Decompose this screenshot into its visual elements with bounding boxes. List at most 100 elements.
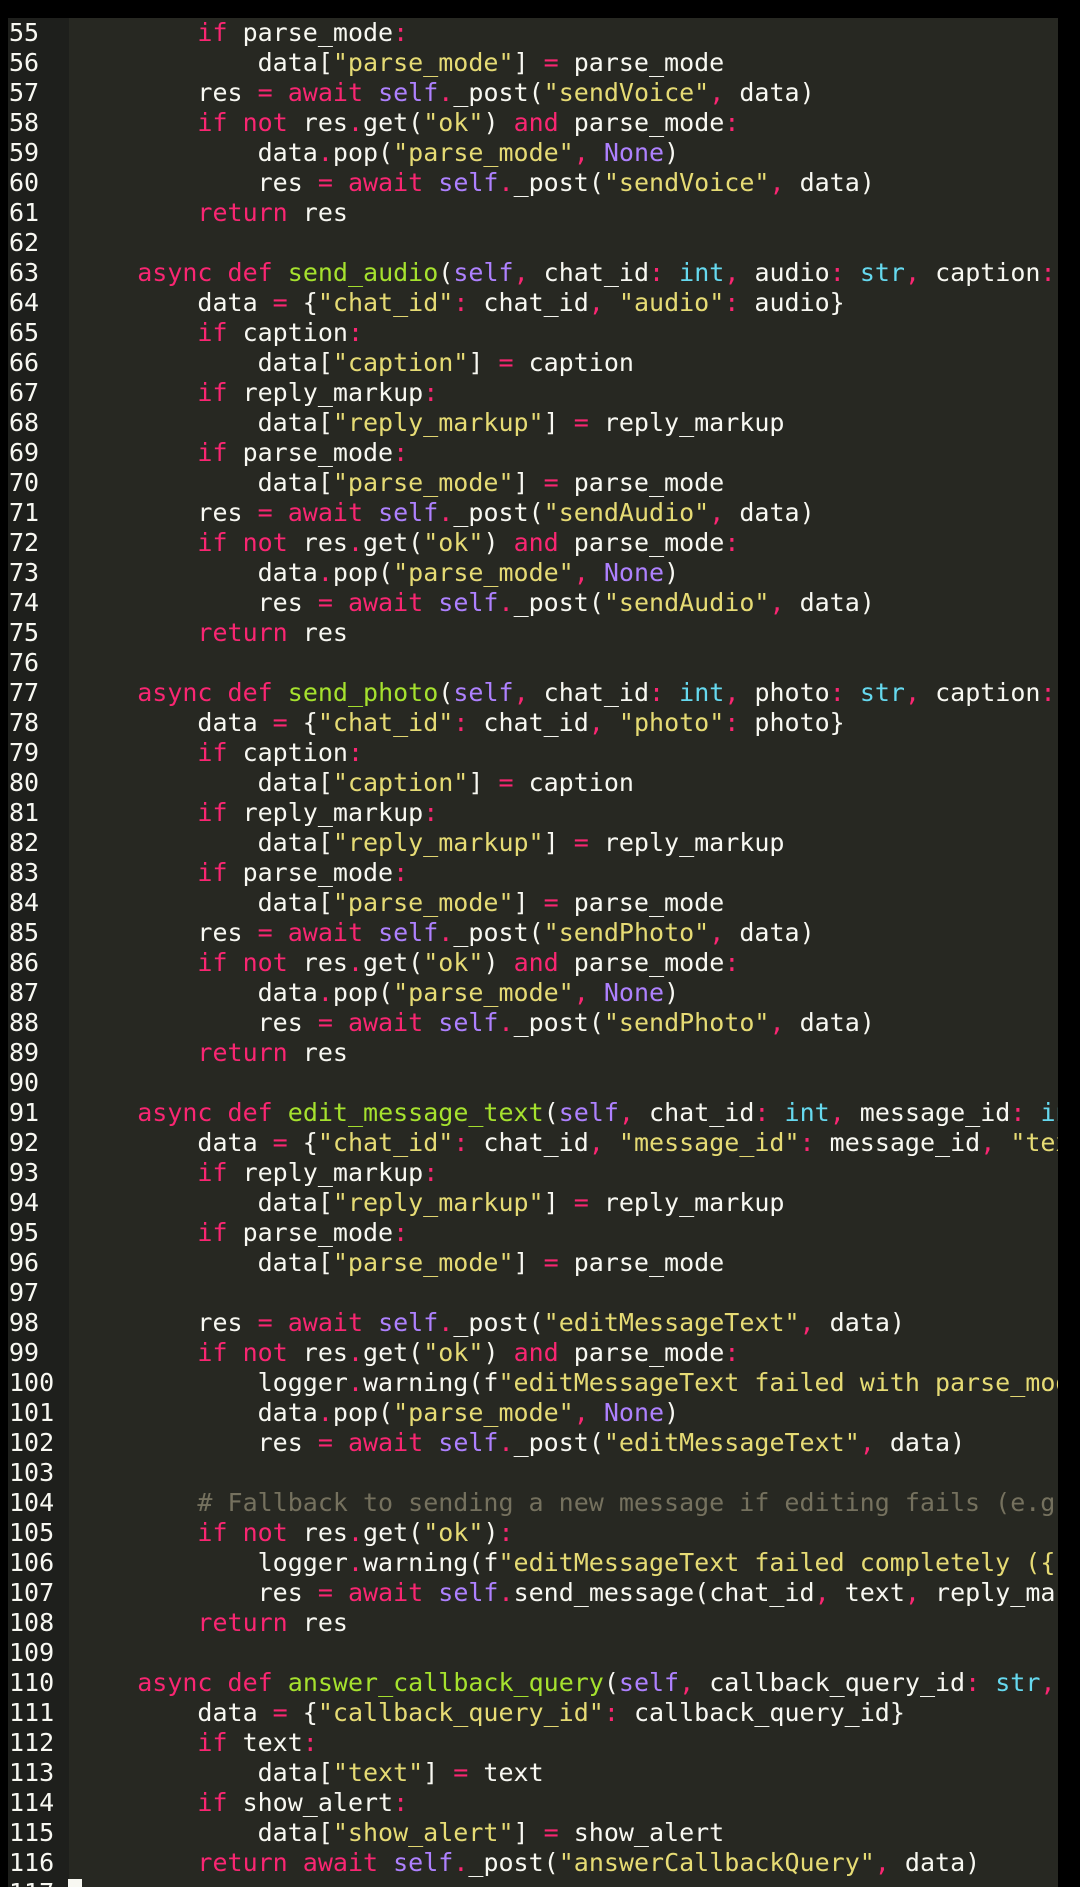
code-line[interactable]: 115 data["show_alert"] = show_alert [8, 1818, 1058, 1848]
code-text: ] [468, 348, 499, 377]
code-text: res [287, 1038, 348, 1067]
code-keyword: def [227, 258, 273, 287]
code-line[interactable]: 87 data.pop("parse_mode", None) [8, 978, 1058, 1008]
code-constant: self [438, 588, 499, 617]
code-line[interactable]: 109 [8, 1638, 1058, 1668]
code-operator: = [272, 1128, 288, 1157]
code-operator: , [709, 78, 725, 107]
code-constant: self [438, 1008, 499, 1037]
code-line[interactable]: 85 res = await self._post("sendPhoto", d… [8, 918, 1058, 948]
code-operator: : [393, 18, 409, 47]
code-line[interactable]: 81 if reply_markup: [8, 798, 1058, 828]
code-line[interactable]: 56 data["parse_mode"] = parse_mode [8, 48, 1058, 78]
line-number: 94 [9, 1188, 40, 1217]
code-string: "text" [332, 1758, 424, 1787]
code-line[interactable]: 68 data["reply_markup"] = reply_markup [8, 408, 1058, 438]
code-line[interactable]: 90 [8, 1068, 1058, 1098]
code-line[interactable]: 112 if text: [8, 1728, 1058, 1758]
code-line[interactable]: 117 [8, 1878, 1058, 1887]
code-text: ) [664, 1398, 680, 1427]
code-line[interactable]: 66 data["caption"] = caption [8, 348, 1058, 378]
code-operator: , [769, 588, 785, 617]
code-line[interactable]: 71 res = await self._post("sendAudio", d… [8, 498, 1058, 528]
code-line[interactable]: 69 if parse_mode: [8, 438, 1058, 468]
code-line[interactable]: 97 [8, 1278, 1058, 1308]
code-operator: . [317, 1398, 333, 1427]
code-line[interactable]: 72 if not res.get("ok") and parse_mode: [8, 528, 1058, 558]
code-line[interactable]: 59 data.pop("parse_mode", None) [8, 138, 1058, 168]
code-line[interactable]: 108 return res [8, 1608, 1058, 1638]
code-line[interactable]: 114 if show_alert: [8, 1788, 1058, 1818]
code-lines[interactable]: 55 if parse_mode: 56 data["parse_mode"] =… [8, 18, 1058, 1887]
code-string: "chat_id" [317, 288, 454, 317]
code-editor[interactable]: 55 if parse_mode: 56 data["parse_mode"] =… [8, 18, 1058, 1887]
code-line[interactable]: 64 data = {"chat_id": chat_id, "audio": … [8, 288, 1058, 318]
code-text: data[ [77, 1758, 333, 1787]
code-builtin-type: str [859, 258, 905, 287]
code-line[interactable]: 96 data["parse_mode"] = parse_mode [8, 1248, 1058, 1278]
code-line[interactable]: 62 [8, 228, 1058, 258]
code-line[interactable]: 95 if parse_mode: [8, 1218, 1058, 1248]
code-line[interactable]: 78 data = {"chat_id": chat_id, "photo": … [8, 708, 1058, 738]
code-line[interactable]: 89 return res [8, 1038, 1058, 1068]
code-string: "editMessageText failed completely ({r [498, 1548, 1058, 1577]
code-line[interactable]: 57 res = await self._post("sendVoice", d… [8, 78, 1058, 108]
code-line[interactable]: 80 data["caption"] = caption [8, 768, 1058, 798]
line-number: 79 [9, 738, 40, 767]
code-line[interactable]: 79 if caption: [8, 738, 1058, 768]
code-line[interactable]: 101 data.pop("parse_mode", None) [8, 1398, 1058, 1428]
code-line[interactable]: 82 data["reply_markup"] = reply_markup [8, 828, 1058, 858]
code-line[interactable]: 61 return res [8, 198, 1058, 228]
code-string: "parse_mode" [332, 1248, 514, 1277]
code-operator: , [588, 1128, 604, 1157]
code-content: return await self._post("answerCallbackQ… [77, 1848, 980, 1878]
code-line[interactable]: 70 data["parse_mode"] = parse_mode [8, 468, 1058, 498]
line-number: 85 [9, 918, 40, 947]
code-line[interactable]: 106 logger.warning(f"editMessageText fai… [8, 1548, 1058, 1578]
code-line[interactable]: 116 return await self._post("answerCallb… [8, 1848, 1058, 1878]
code-line[interactable]: 65 if caption: [8, 318, 1058, 348]
code-line[interactable]: 67 if reply_markup: [8, 378, 1058, 408]
code-line[interactable]: 88 res = await self._post("sendPhoto", d… [8, 1008, 1058, 1038]
code-line[interactable]: 55 if parse_mode: [8, 18, 1058, 48]
code-line[interactable]: 74 res = await self._post("sendAudio", d… [8, 588, 1058, 618]
code-line[interactable]: 103 [8, 1458, 1058, 1488]
code-line[interactable]: 63 async def send_audio(self, chat_id: i… [8, 258, 1058, 288]
code-line[interactable]: 104 # Fallback to sending a new message … [8, 1488, 1058, 1518]
code-line[interactable]: 100 logger.warning(f"editMessageText fai… [8, 1368, 1058, 1398]
code-line[interactable]: 75 return res [8, 618, 1058, 648]
code-line[interactable]: 107 res = await self.send_message(chat_i… [8, 1578, 1058, 1608]
code-line[interactable]: 83 if parse_mode: [8, 858, 1058, 888]
code-line[interactable]: 91 async def edit_message_text(self, cha… [8, 1098, 1058, 1128]
code-line[interactable]: 92 data = {"chat_id": chat_id, "message_… [8, 1128, 1058, 1158]
code-keyword: if [197, 318, 228, 347]
code-line[interactable]: 105 if not res.get("ok"): [8, 1518, 1058, 1548]
code-text: pop( [332, 558, 394, 587]
code-line[interactable]: 60 res = await self._post("sendVoice", d… [8, 168, 1058, 198]
code-line[interactable]: 113 data["text"] = text [8, 1758, 1058, 1788]
code-line[interactable]: 98 res = await self._post("editMessageTe… [8, 1308, 1058, 1338]
code-line[interactable]: 84 data["parse_mode"] = parse_mode [8, 888, 1058, 918]
code-line[interactable]: 93 if reply_markup: [8, 1158, 1058, 1188]
code-text: res [77, 1308, 258, 1337]
code-line[interactable]: 110 async def answer_callback_query(self… [8, 1668, 1058, 1698]
code-keyword: if [197, 378, 228, 407]
code-line[interactable]: 58 if not res.get("ok") and parse_mode: [8, 108, 1058, 138]
code-line[interactable]: 77 async def send_photo(self, chat_id: i… [8, 678, 1058, 708]
code-operator: = [573, 1188, 589, 1217]
code-line[interactable]: 102 res = await self._post("editMessageT… [8, 1428, 1058, 1458]
code-line[interactable]: 73 data.pop("parse_mode", None) [8, 558, 1058, 588]
code-line[interactable]: 99 if not res.get("ok") and parse_mode: [8, 1338, 1058, 1368]
screen: 55 if parse_mode: 56 data["parse_mode"] =… [0, 0, 1080, 1887]
code-line[interactable]: 86 if not res.get("ok") and parse_mode: [8, 948, 1058, 978]
code-line[interactable]: 111 data = {"callback_query_id": callbac… [8, 1698, 1058, 1728]
code-line[interactable]: 94 data["reply_markup"] = reply_markup [8, 1188, 1058, 1218]
code-line[interactable]: 76 [8, 648, 1058, 678]
code-operator: , [829, 1098, 845, 1127]
